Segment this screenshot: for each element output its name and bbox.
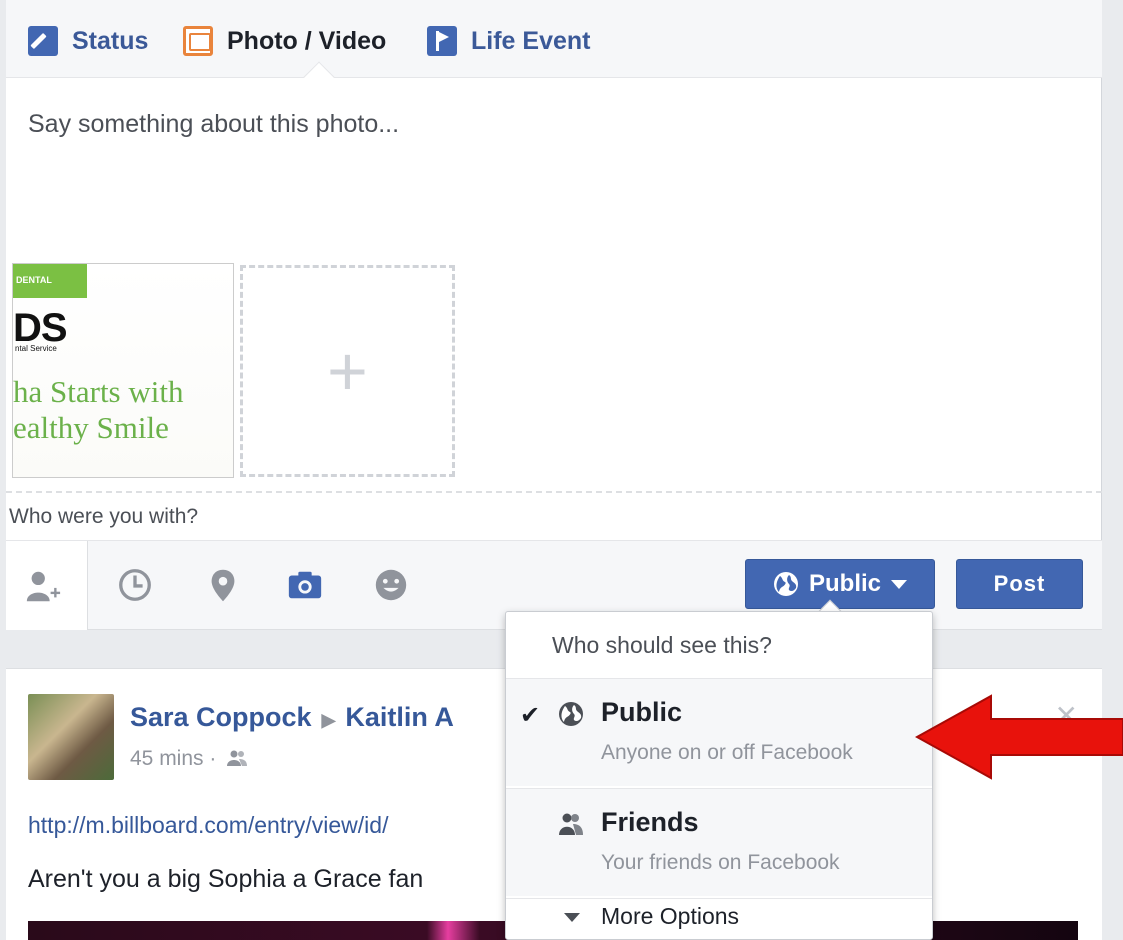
red-arrow-annotation — [915, 694, 1123, 780]
menu-heading: Who should see this? — [552, 632, 772, 658]
clock-icon[interactable] — [116, 566, 154, 604]
flag-icon — [427, 26, 457, 56]
composer: Status Photo / Video Life Event Say some… — [6, 0, 1102, 630]
emoji-icon[interactable] — [372, 566, 410, 604]
post-text: Aren't you a big Sophia a Grace fan — [28, 865, 424, 893]
pencil-icon — [28, 26, 58, 56]
checkmark-icon: ✔ — [520, 702, 541, 729]
caret-down-icon — [891, 579, 907, 589]
location-pin-icon[interactable] — [204, 566, 242, 604]
divider — [6, 491, 1102, 493]
option-subtitle: Anyone on or off Facebook — [601, 741, 853, 764]
add-person-icon — [26, 571, 61, 602]
audience-option-public[interactable]: ✔ Public Anyone on or off Facebook — [506, 678, 932, 786]
thumbnail-badge: DENTAL — [13, 264, 87, 298]
thumbnail-tagline-1: ha Starts with — [13, 374, 184, 409]
audience-option-friends[interactable]: Friends Your friends on Facebook — [506, 788, 932, 896]
author-link[interactable]: Sara Coppock — [130, 702, 312, 732]
add-photo-button[interactable]: + — [240, 265, 455, 477]
timestamp-text: 45 mins · — [130, 747, 217, 770]
tab-status[interactable]: Status — [28, 23, 148, 59]
active-tab-notch — [303, 61, 335, 93]
more-options-item[interactable]: More Options — [506, 898, 932, 939]
arrow-right-icon: ▶ — [321, 710, 336, 730]
photo-icon — [183, 26, 213, 56]
option-title: Public — [601, 697, 683, 727]
shared-link[interactable]: http://m.billboard.com/entry/view/id/ — [28, 812, 388, 839]
tab-status-label: Status — [72, 26, 149, 55]
thumbnail-subline: ntal Service — [15, 344, 57, 353]
post-button[interactable]: Post — [956, 559, 1083, 609]
globe-icon — [773, 572, 798, 596]
target-link[interactable]: Kaitlin A — [345, 702, 454, 732]
globe-icon — [559, 702, 583, 726]
audience-menu: Who should see this? ✔ Public Anyone on … — [505, 611, 933, 940]
audience-selector-label: Public — [808, 570, 881, 597]
thumbnail-tagline-2: ealthy Smile — [13, 410, 169, 445]
plus-icon: + — [327, 332, 368, 410]
tag-friends-input[interactable]: Who were you with? — [9, 505, 198, 529]
more-options-label: More Options — [601, 903, 740, 929]
friends-audience-icon — [227, 750, 248, 766]
tab-photo-video-label: Photo / Video — [227, 26, 387, 55]
option-subtitle: Your friends on Facebook — [601, 851, 840, 874]
photo-thumbnail[interactable]: DENTAL DS ntal Service ha Starts with ea… — [12, 263, 234, 478]
audience-selector-button[interactable]: Public — [745, 559, 935, 609]
friends-icon — [559, 813, 583, 835]
status-input[interactable]: Say something about this photo... — [28, 110, 399, 139]
option-title: Friends — [601, 807, 699, 837]
camera-icon[interactable] — [286, 566, 324, 604]
story-header: Sara Coppock ▶ Kaitlin A — [130, 702, 454, 733]
tab-photo-video[interactable]: Photo / Video — [183, 23, 386, 59]
composer-tabs: Status Photo / Video Life Event — [6, 0, 1102, 93]
tag-people-button[interactable] — [6, 541, 88, 630]
avatar[interactable] — [28, 694, 114, 780]
tab-life-event-label: Life Event — [471, 26, 591, 55]
triangle-down-icon — [564, 913, 580, 922]
tab-life-event[interactable]: Life Event — [427, 23, 590, 59]
timestamp[interactable]: 45 mins · — [130, 747, 248, 771]
